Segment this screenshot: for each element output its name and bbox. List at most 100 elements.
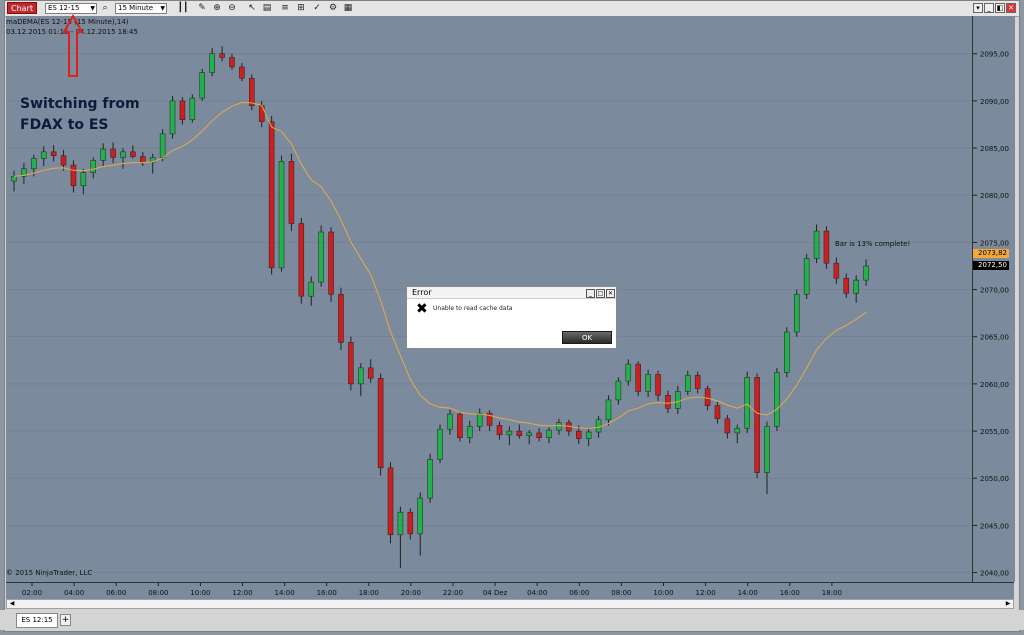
- minimize-icon[interactable]: _: [984, 3, 994, 13]
- crosshair-icon[interactable]: ⊞: [295, 2, 307, 14]
- window-layout-icon[interactable]: ▦: [342, 2, 354, 14]
- candle-body: [50, 151, 57, 156]
- candle-body: [258, 105, 265, 122]
- properties-icon[interactable]: ▤: [261, 2, 273, 14]
- candle-body: [367, 367, 374, 379]
- x-tick-label: 04:00: [527, 589, 547, 597]
- candle-body: [120, 151, 126, 158]
- x-tick-label: 08:00: [148, 589, 168, 597]
- dialog-minimize-icon[interactable]: _: [586, 289, 595, 298]
- y-tick-label: 2090,00: [980, 98, 1009, 106]
- candle-body: [645, 374, 651, 392]
- candle-body: [665, 394, 671, 409]
- candle-body: [130, 151, 136, 157]
- instrument-value: ES 12-15: [48, 4, 80, 12]
- dialog-title: Error: [407, 287, 616, 299]
- data-box-icon[interactable]: ≡: [279, 2, 291, 14]
- interval-select[interactable]: 15 Minute ▼: [115, 3, 167, 14]
- bar-type-icon[interactable]: ┃┃: [177, 2, 189, 14]
- time-axis-ticks: 02:00 04:00 06:00 08:00 10:00 12:00 14:00 16:00…: [22, 583, 842, 597]
- dialog-close-icon[interactable]: ✕: [606, 289, 615, 298]
- candle-body: [427, 459, 433, 499]
- y-tick-label: 2095,00: [980, 51, 1009, 59]
- x-tick-label: 16:00: [780, 589, 800, 597]
- candle-body: [159, 133, 166, 158]
- x-tick-label: 12:00: [696, 589, 716, 597]
- candle-body: [774, 372, 780, 427]
- tab-es[interactable]: ES 12:15: [16, 613, 58, 628]
- ma-price-tag: 2072,50: [973, 260, 1009, 270]
- zoom-out-icon[interactable]: ⊖: [226, 2, 238, 14]
- error-dialog: Error _ □ ✕ ✖ Unable to read cache data …: [406, 286, 617, 349]
- x-tick-label: 10:00: [653, 589, 673, 597]
- candle-body: [338, 294, 344, 343]
- scroll-left-icon[interactable]: ◀: [7, 600, 17, 608]
- candle-body: [813, 230, 820, 259]
- candle-body: [764, 426, 770, 473]
- x-tick-label: 18:00: [822, 589, 842, 597]
- candle-body: [734, 427, 741, 434]
- pencil-icon[interactable]: ✎: [196, 2, 208, 14]
- price-axis-ticks: 2095,00 2090,00 2085,00 2080,00 2075,00 2070,…: [973, 51, 1009, 578]
- x-tick-label: 04:00: [64, 589, 84, 597]
- candle-body: [229, 57, 235, 68]
- dialog-maximize-icon[interactable]: □: [596, 289, 605, 298]
- ok-button[interactable]: OK: [562, 331, 612, 344]
- y-tick-label: 2065,00: [980, 334, 1009, 342]
- window-menu-icon[interactable]: ▾: [973, 3, 983, 13]
- candle-body: [70, 164, 77, 187]
- x-tick-label: 02:00: [22, 589, 42, 597]
- x-tick-label: 12:00: [232, 589, 252, 597]
- interval-value: 15 Minute: [118, 4, 154, 12]
- x-tick-label: 20:00: [401, 589, 421, 597]
- chart-menu-button[interactable]: Chart: [7, 2, 37, 14]
- candle-body: [803, 258, 810, 295]
- x-tick-label: 22:00: [443, 589, 463, 597]
- y-tick-label: 2050,00: [980, 475, 1009, 483]
- scroll-right-icon[interactable]: ▶: [1003, 600, 1013, 608]
- candle-body: [615, 380, 622, 401]
- add-tab-icon[interactable]: +: [60, 614, 71, 626]
- last-price-tag: 2073,82: [973, 248, 1009, 258]
- error-icon: ✖: [416, 301, 428, 317]
- indicator-icon[interactable]: ✓: [311, 2, 323, 14]
- candle-body: [784, 331, 790, 373]
- search-icon[interactable]: ⌕: [99, 2, 111, 14]
- candle-body: [724, 418, 731, 434]
- candle-body: [496, 425, 503, 436]
- restore-icon[interactable]: ◧: [995, 3, 1005, 13]
- candle-body: [516, 430, 523, 437]
- horizontal-scrollbar[interactable]: ◀ ▶: [6, 599, 1014, 609]
- x-tick-label: 04 Dez: [483, 589, 508, 597]
- candle-body: [397, 511, 404, 536]
- close-icon[interactable]: ✕: [1006, 3, 1016, 13]
- candle-body: [476, 412, 483, 427]
- candle-body: [823, 230, 830, 264]
- y-tick-label: 2070,00: [980, 287, 1009, 295]
- strategy-icon[interactable]: ⚙: [327, 2, 339, 14]
- candle-body: [140, 156, 146, 163]
- x-tick-label: 08:00: [611, 589, 631, 597]
- candle-body: [625, 363, 632, 382]
- candle-body: [377, 377, 384, 469]
- candle-body: [60, 155, 67, 166]
- candle-body: [199, 72, 206, 99]
- candle-body: [536, 432, 542, 438]
- instrument-select[interactable]: ES 12-15 ▼: [45, 3, 97, 14]
- candle-body: [853, 279, 859, 294]
- zoom-in-icon[interactable]: ⊕: [211, 2, 223, 14]
- red-arrow-icon: [62, 14, 84, 77]
- candle-body: [684, 375, 691, 392]
- candle-body: [744, 377, 750, 429]
- chevron-down-icon: ▼: [90, 5, 95, 12]
- candle-body: [843, 277, 850, 294]
- candle-body: [546, 429, 552, 438]
- candle-body: [268, 121, 275, 269]
- price-axis[interactable]: 2095,00 2090,00 2085,00 2080,00 2075,00 2070,…: [972, 16, 1015, 582]
- candle-body: [506, 430, 513, 436]
- x-tick-label: 18:00: [359, 589, 379, 597]
- cursor-icon[interactable]: ↖: [246, 2, 258, 14]
- time-axis[interactable]: 02:00 04:00 06:00 08:00 10:00 12:00 14:00 16:00…: [6, 582, 1014, 599]
- candle-body: [655, 374, 661, 396]
- x-tick-label: 06:00: [106, 589, 126, 597]
